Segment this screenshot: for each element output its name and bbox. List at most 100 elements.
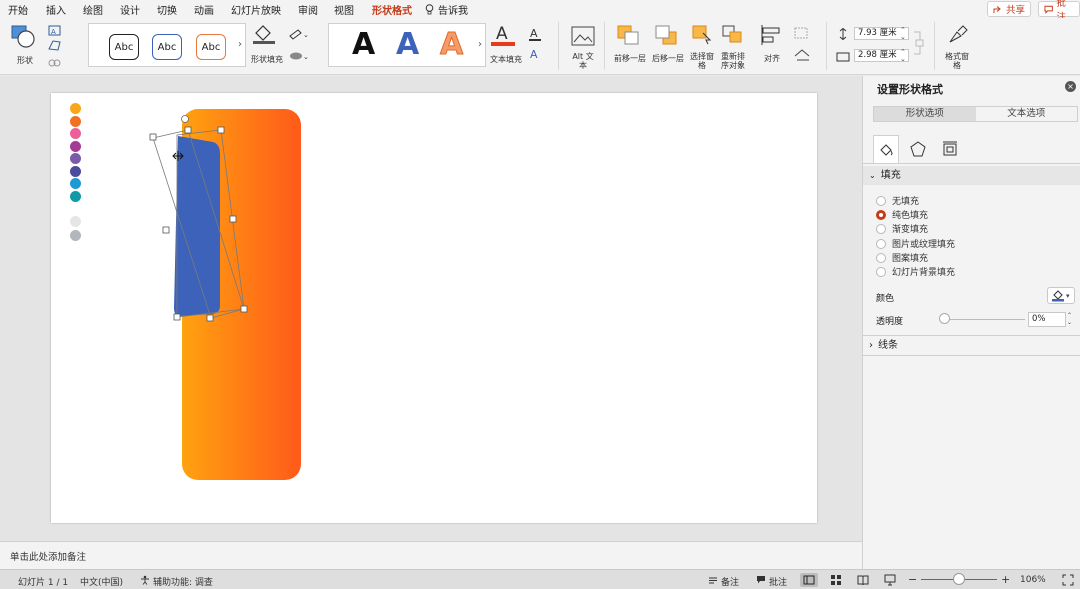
palette-dot[interactable] xyxy=(70,116,81,127)
palette-dot[interactable] xyxy=(70,153,81,164)
alt-text-button[interactable]: Alt 文本 xyxy=(568,22,598,72)
tab-view[interactable]: 视图 xyxy=(334,2,354,17)
height-stepper[interactable]: ⌃ ⌄ xyxy=(900,27,906,41)
tab-shape-format[interactable]: 形状格式 xyxy=(372,2,412,20)
selection-pane-button[interactable]: 选择窗格 xyxy=(690,22,714,72)
fill-option-pattern[interactable]: 图案填充 xyxy=(876,251,928,264)
slide-canvas[interactable] xyxy=(51,93,817,523)
fill-option-picture[interactable]: 图片或纹理填充 xyxy=(876,237,955,250)
resize-handle[interactable] xyxy=(206,314,214,322)
shape-fill-button[interactable]: 形状填充 xyxy=(249,22,285,70)
align-button[interactable]: 对齐 xyxy=(755,22,789,70)
slideshow-button[interactable] xyxy=(884,574,896,589)
accessibility-status[interactable]: 辅助功能: 调查 xyxy=(140,575,213,588)
comments-toggle[interactable]: 批注 xyxy=(756,575,787,588)
rotate-handle[interactable] xyxy=(181,115,189,123)
shape-button[interactable]: 形状 xyxy=(8,22,42,70)
radio-button[interactable] xyxy=(876,223,886,234)
fill-option-gradient[interactable]: 渐变填充 xyxy=(876,222,928,235)
fill-section-header[interactable]: ⌄ 填充 xyxy=(863,166,1080,185)
edit-shape-icons[interactable]: A xyxy=(47,25,65,71)
wordart-orange[interactable]: A xyxy=(439,27,463,63)
tab-insert[interactable]: 插入 xyxy=(46,2,66,17)
radio-button[interactable] xyxy=(876,195,886,206)
palette-dot[interactable] xyxy=(70,103,81,114)
transparency-input[interactable]: 0% xyxy=(1028,312,1066,327)
notes-pane[interactable]: 单击此处添加备注 xyxy=(0,541,862,569)
tab-design[interactable]: 设计 xyxy=(120,2,140,17)
bring-forward-button[interactable]: 前移一层 xyxy=(612,22,648,70)
resize-handle[interactable] xyxy=(229,215,237,223)
language-indicator[interactable]: 中文(中国) xyxy=(80,575,123,588)
send-backward-button[interactable]: 后移一层 xyxy=(650,22,686,70)
color-picker-button[interactable]: ▾ xyxy=(1047,287,1075,304)
tab-text-options[interactable]: 文本选项 xyxy=(976,107,1078,121)
zoom-level[interactable]: 106% xyxy=(1020,575,1046,585)
gallery-more-icon[interactable]: › xyxy=(238,39,242,50)
resize-handle[interactable] xyxy=(217,126,225,134)
line-section-header[interactable]: › 线条 xyxy=(863,336,1080,355)
normal-view-button[interactable] xyxy=(800,573,818,587)
palette-dot[interactable] xyxy=(70,191,81,202)
palette-dot[interactable] xyxy=(70,230,81,241)
format-pane-button[interactable]: 格式窗格 xyxy=(942,22,972,72)
close-icon[interactable]: × xyxy=(1065,81,1076,92)
resize-handle[interactable] xyxy=(184,126,192,134)
text-fill-button[interactable]: A 文本填充 xyxy=(488,22,524,70)
radio-button[interactable] xyxy=(876,238,886,249)
fill-option-slide-background[interactable]: 幻灯片背景填充 xyxy=(876,265,955,278)
wordart-blue[interactable]: A xyxy=(396,27,419,63)
style-sample-black[interactable]: Abc xyxy=(109,34,139,60)
blue-shape[interactable] xyxy=(174,136,220,316)
fit-to-window-button[interactable] xyxy=(1062,574,1074,589)
fill-line-tab[interactable] xyxy=(873,135,899,163)
style-sample-blue[interactable]: Abc xyxy=(152,34,182,60)
transparency-slider-track[interactable] xyxy=(943,319,1025,320)
reading-view-button[interactable] xyxy=(857,574,869,589)
transparency-stepper[interactable]: ⌃ ⌄ xyxy=(1067,312,1072,326)
resize-handle[interactable] xyxy=(173,313,181,321)
zoom-in-button[interactable]: + xyxy=(1001,573,1010,586)
zoom-out-button[interactable]: − xyxy=(908,573,917,586)
effects-tab[interactable] xyxy=(905,135,931,163)
wordart-black[interactable]: A xyxy=(352,27,375,63)
fill-option-solid[interactable]: 纯色填充 xyxy=(876,208,928,221)
lock-aspect-icon[interactable] xyxy=(912,30,926,56)
palette-dot[interactable] xyxy=(70,178,81,189)
resize-handle[interactable] xyxy=(240,305,248,313)
reorder-objects-label: 重新排序对象 xyxy=(721,52,745,70)
tab-home[interactable]: 开始 xyxy=(8,2,28,17)
palette-dot[interactable] xyxy=(70,128,81,139)
palette-dot[interactable] xyxy=(70,141,81,152)
group-rotate-icons[interactable] xyxy=(792,26,820,64)
radio-button[interactable] xyxy=(876,266,886,277)
tab-transitions[interactable]: 切换 xyxy=(157,2,177,17)
width-stepper[interactable]: ⌃ ⌄ xyxy=(900,49,906,63)
radio-button[interactable] xyxy=(876,209,886,220)
outline-effects-icons[interactable]: ⌄ ⌄ xyxy=(288,28,312,62)
fill-option-none[interactable]: 无填充 xyxy=(876,194,919,207)
size-properties-tab[interactable] xyxy=(937,135,963,163)
share-button[interactable]: 共享 xyxy=(987,1,1032,17)
text-outline-effects-icons[interactable]: A A xyxy=(528,26,552,62)
tab-slideshow[interactable]: 幻灯片放映 xyxy=(231,2,281,17)
resize-handle[interactable] xyxy=(162,226,170,234)
style-sample-orange[interactable]: Abc xyxy=(196,34,226,60)
tab-review[interactable]: 审阅 xyxy=(298,2,318,17)
slide-sorter-button[interactable] xyxy=(830,574,842,589)
palette-dot[interactable] xyxy=(70,166,81,177)
reorder-objects-button[interactable]: 重新排序对象 xyxy=(718,22,748,72)
comments-button[interactable]: 批注 xyxy=(1038,0,1080,23)
notes-toggle[interactable]: 备注 xyxy=(708,575,739,588)
zoom-slider-thumb[interactable] xyxy=(953,573,965,585)
tab-shape-options[interactable]: 形状选项 xyxy=(874,107,976,121)
tab-draw[interactable]: 绘图 xyxy=(83,2,103,17)
radio-button[interactable] xyxy=(876,252,886,263)
tab-animations[interactable]: 动画 xyxy=(194,2,214,17)
transparency-slider-thumb[interactable] xyxy=(939,313,950,324)
tell-me[interactable]: 告诉我 xyxy=(425,2,468,17)
selected-shape-group[interactable] xyxy=(146,108,256,323)
resize-handle[interactable] xyxy=(149,133,157,141)
palette-dot[interactable] xyxy=(70,216,81,227)
wordart-more-icon[interactable]: › xyxy=(478,39,482,50)
